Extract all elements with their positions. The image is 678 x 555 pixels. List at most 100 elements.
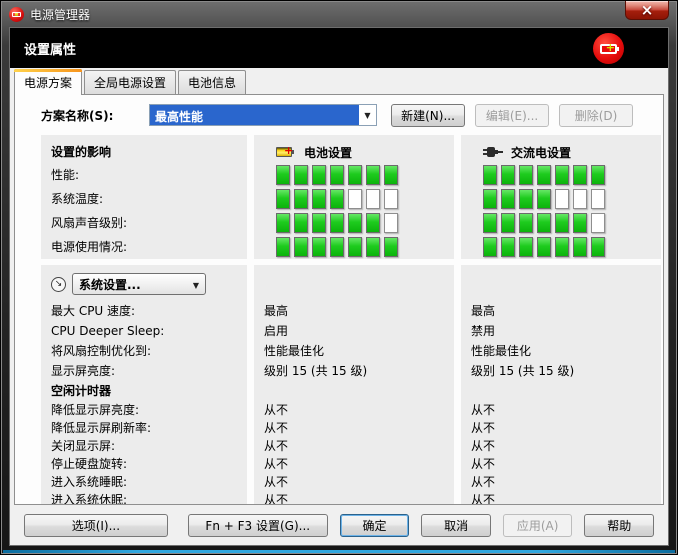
impact-bar-row bbox=[471, 187, 651, 211]
bar-filled bbox=[591, 165, 605, 185]
expand-arrow-icon[interactable] bbox=[51, 277, 66, 292]
idle-timer-value-ac: 从不 bbox=[471, 419, 651, 437]
tab-battery-info[interactable]: 电池信息 bbox=[178, 70, 246, 95]
setting-value-battery: 最高 bbox=[264, 301, 444, 321]
idle-timer-label: 进入系统睡眠: bbox=[51, 473, 237, 491]
system-settings-labels-panel: 系统设置... 最大 CPU 速度:CPU Deeper Sleep:将风扇控制… bbox=[41, 265, 247, 505]
setting-value-ac: 性能最佳化 bbox=[471, 341, 651, 361]
ac-header-label: 交流电设置 bbox=[511, 144, 571, 161]
idle-timer-label: 关闭显示屏: bbox=[51, 437, 237, 455]
bar-filled bbox=[537, 165, 551, 185]
options-button[interactable]: 选项(I)... bbox=[24, 514, 168, 537]
bar-filled bbox=[276, 237, 290, 257]
bar-filled bbox=[294, 237, 308, 257]
idle-timer-value-ac: 从不 bbox=[471, 455, 651, 473]
help-button[interactable]: 帮助 bbox=[584, 514, 654, 537]
bar-filled bbox=[366, 237, 380, 257]
tab-power-scheme[interactable]: 电源方案 bbox=[14, 69, 82, 95]
idle-timer-value-ac: 从不 bbox=[471, 491, 651, 505]
idle-spacer bbox=[471, 381, 651, 401]
bar-filled bbox=[501, 189, 515, 209]
bar-filled bbox=[294, 213, 308, 233]
fn-f3-settings-button[interactable]: Fn + F3 设置(G)... bbox=[188, 514, 328, 537]
setting-value-ac: 禁用 bbox=[471, 321, 651, 341]
chevron-down-icon[interactable] bbox=[187, 277, 205, 291]
setting-label: CPU Deeper Sleep: bbox=[51, 321, 237, 341]
impact-bar-row bbox=[471, 235, 651, 259]
idle-timer-value-battery: 从不 bbox=[264, 473, 444, 491]
app-battery-icon bbox=[9, 7, 24, 22]
idle-timer-value-battery: 从不 bbox=[264, 419, 444, 437]
tab-global-power[interactable]: 全局电源设置 bbox=[84, 70, 176, 95]
bar-filled bbox=[384, 165, 398, 185]
setting-label: 显示屏亮度: bbox=[51, 361, 237, 381]
bar-filled bbox=[483, 165, 497, 185]
impact-row-label: 电源使用情况: bbox=[51, 235, 237, 259]
ac-impact-panel: 交流电设置 bbox=[461, 135, 661, 259]
impact-bar-row bbox=[264, 235, 444, 259]
bar-filled bbox=[573, 213, 587, 233]
new-button[interactable]: 新建(N)... bbox=[391, 104, 465, 127]
ok-button[interactable]: 确定 bbox=[340, 514, 410, 537]
bar-filled bbox=[312, 237, 326, 257]
setting-value-battery: 级别 15 (共 15 级) bbox=[264, 361, 444, 381]
setting-value-battery: 启用 bbox=[264, 321, 444, 341]
scheme-row: 方案名称(S): 最高性能 新建(N)...编辑(E)...删除(D) bbox=[31, 103, 647, 127]
bar-empty bbox=[591, 213, 605, 233]
idle-timer-value-battery: 从不 bbox=[264, 437, 444, 455]
scheme-name-combobox[interactable]: 最高性能 bbox=[149, 104, 377, 126]
advanced-row: 系统设置... bbox=[51, 271, 237, 297]
bar-filled bbox=[519, 165, 533, 185]
bar-filled bbox=[483, 213, 497, 233]
cancel-button[interactable]: 取消 bbox=[421, 514, 491, 537]
battery-values-panel: 最高启用性能最佳化级别 15 (共 15 级) 从不从不从不从不从不从不 bbox=[254, 265, 454, 505]
chevron-down-icon[interactable] bbox=[359, 105, 376, 125]
bar-filled bbox=[483, 189, 497, 209]
apply-button: 应用(A) bbox=[503, 514, 573, 537]
tab-strip: 电源方案全局电源设置电池信息 bbox=[10, 68, 668, 94]
impact-row-label: 性能: bbox=[51, 163, 237, 187]
delete-button: 删除(D) bbox=[559, 104, 633, 127]
bar-filled bbox=[276, 213, 290, 233]
system-settings-combobox[interactable]: 系统设置... bbox=[72, 273, 206, 295]
ac-column-header: 交流电设置 bbox=[471, 141, 651, 163]
idle-timer-label: 降低显示屏亮度: bbox=[51, 401, 237, 419]
bar-filled bbox=[276, 165, 290, 185]
bar-filled bbox=[555, 165, 569, 185]
bar-filled bbox=[501, 165, 515, 185]
battery-column-header: + 电池设置 bbox=[264, 141, 444, 163]
scheme-buttons: 新建(N)...编辑(E)...删除(D) bbox=[391, 104, 633, 127]
bar-filled bbox=[312, 213, 326, 233]
battery-impact-panel: + 电池设置 bbox=[254, 135, 454, 259]
impact-bar-row bbox=[471, 211, 651, 235]
bar-filled bbox=[312, 189, 326, 209]
bar-filled bbox=[348, 213, 362, 233]
system-settings-combobox-value: 系统设置... bbox=[73, 276, 187, 293]
titlebar: 电源管理器 bbox=[1, 1, 677, 27]
power-scheme-tab-panel: 方案名称(S): 最高性能 新建(N)...编辑(E)...删除(D) 设置的影… bbox=[14, 94, 664, 505]
bar-filled bbox=[330, 165, 344, 185]
idle-timer-value-battery: 从不 bbox=[264, 401, 444, 419]
setting-value-ac: 最高 bbox=[471, 301, 651, 321]
bar-empty bbox=[366, 189, 380, 209]
settings-dialog: 设置属性 电源方案全局电源设置电池信息 方案名称(S): 最高性能 新建(N).… bbox=[9, 27, 669, 546]
bar-filled bbox=[537, 213, 551, 233]
dialog-title: 设置属性 bbox=[24, 39, 76, 58]
idle-timer-value-ac: 从不 bbox=[471, 437, 651, 455]
bar-empty bbox=[555, 189, 569, 209]
setting-label: 将风扇控制优化到: bbox=[51, 341, 237, 361]
bar-filled bbox=[348, 237, 362, 257]
impact-row-label: 系统温度: bbox=[51, 187, 237, 211]
impact-row-label: 风扇声音级别: bbox=[51, 211, 237, 235]
impact-bar-row bbox=[264, 163, 444, 187]
bar-filled bbox=[519, 213, 533, 233]
settings-grid: 设置的影响 性能:系统温度:风扇声音级别:电源使用情况: + 电池设置 bbox=[41, 135, 647, 505]
bar-filled bbox=[555, 213, 569, 233]
footer-button-bar: 选项(I)... Fn + F3 设置(G)... 确定取消应用(A) 帮助 bbox=[10, 505, 668, 545]
close-icon[interactable] bbox=[625, 1, 669, 20]
bar-filled bbox=[330, 213, 344, 233]
bar-filled bbox=[294, 165, 308, 185]
bar-filled bbox=[537, 189, 551, 209]
scheme-name-value: 最高性能 bbox=[150, 105, 359, 125]
impact-bar-row bbox=[264, 211, 444, 235]
